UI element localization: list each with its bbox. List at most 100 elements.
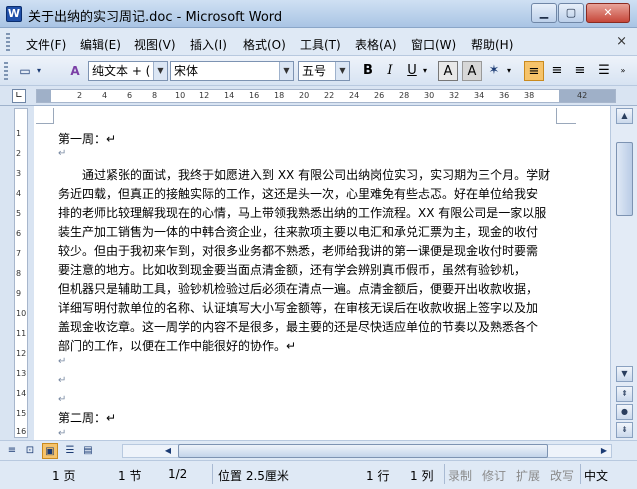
menu-grip[interactable]: [6, 33, 10, 51]
ruler-tick: 2: [77, 91, 83, 100]
align-center-icon[interactable]: ≡: [547, 61, 567, 81]
doc-line[interactable]: 较少。但由于我初来乍到，对很多业务都不熟悉，老师给我讲的第一课便是现金收付时要需: [58, 242, 538, 259]
underline-dropdown-icon[interactable]: ▾: [420, 61, 430, 81]
vertical-scroll-thumb[interactable]: [616, 142, 633, 216]
doc-line[interactable]: 但机器只是辅助工具，验钞机检验过后必须在清点一遍。点清金额后，便要开出收款收据，: [58, 280, 538, 297]
justify-icon[interactable]: ☰: [594, 61, 614, 81]
ruler-tick: 6: [127, 91, 133, 100]
styles-and-formatting-icon[interactable]: A: [66, 62, 84, 80]
doc-line[interactable]: 排的老师比较理解我现在的心情，马上带领我熟悉出纳的工作流程。XX 有限公司是一家…: [58, 204, 546, 221]
vruler-tick: 5: [16, 209, 22, 218]
menu-format[interactable]: 格式(O): [243, 36, 286, 53]
font-color-dropdown-icon[interactable]: ▾: [504, 61, 514, 81]
doc-line[interactable]: 通过紧张的面试，我终于如愿进入到 XX 有限公司出纳岗位实习，实习期为三个月。学…: [58, 166, 550, 183]
close-document-button[interactable]: ×: [616, 34, 627, 49]
status-language[interactable]: 中文: [584, 467, 608, 484]
chevron-down-icon[interactable]: ▼: [279, 62, 293, 80]
crop-mark: [556, 108, 576, 124]
menu-view[interactable]: 视图(V): [134, 36, 176, 53]
font-combo[interactable]: 宋体 ▼: [170, 61, 294, 81]
scroll-down-icon[interactable]: ▼: [616, 366, 633, 382]
web-layout-icon[interactable]: ⊡: [22, 443, 38, 459]
reading-layout-icon[interactable]: ▤: [80, 443, 96, 459]
close-button[interactable]: ✕: [586, 3, 630, 23]
doc-line[interactable]: 第二周：↵: [58, 409, 116, 426]
character-shading-button[interactable]: A: [462, 61, 482, 81]
menu-file[interactable]: 文件(F): [26, 36, 66, 53]
print-layout-icon[interactable]: ▣: [42, 443, 58, 459]
new-document-icon[interactable]: ▭: [16, 62, 34, 80]
toolbar-options-icon[interactable]: ▾: [34, 62, 44, 80]
doc-line[interactable]: 装生产加工销售为一体的中韩合资企业，往来款项主要以电汇和承兑汇票为主，现金的收付: [58, 223, 538, 240]
left-gutter: 1 2 3 4 5 6 7 8 9 10 11 12 13 14 15 16: [0, 106, 34, 440]
scroll-left-icon[interactable]: ◀: [160, 443, 176, 459]
status-track-changes[interactable]: 修订: [482, 467, 506, 484]
ruler-tick: 10: [175, 91, 186, 100]
chevron-down-icon[interactable]: ▼: [335, 62, 349, 80]
select-browse-object-icon[interactable]: ●: [616, 404, 633, 420]
menu-help[interactable]: 帮助(H): [471, 36, 513, 53]
view-and-hscroll-bar: ≡ ⊡ ▣ ☰ ▤ ◀ ▶: [0, 440, 637, 460]
vruler-tick: 7: [16, 249, 22, 258]
left-margin-marker[interactable]: [37, 90, 51, 102]
next-page-icon[interactable]: ⇟: [616, 422, 633, 438]
status-extend[interactable]: 扩展: [516, 467, 540, 484]
toolbar-overflow-icon[interactable]: »: [616, 61, 630, 81]
normal-view-icon[interactable]: ≡: [4, 443, 20, 459]
doc-line[interactable]: 要注意的地方。比如收到现金要当面点清金额，还有学会辨别真币假币，虽然有验钞机，: [58, 261, 526, 278]
ruler-tick: 20: [299, 91, 310, 100]
maximize-button[interactable]: ▢: [558, 3, 584, 23]
doc-line[interactable]: 详细写明付款单位的名称、认证填写大小写金额等，在审核无误后在收款收据上签字以及加: [58, 299, 538, 316]
menu-edit[interactable]: 编辑(E): [80, 36, 121, 53]
doc-line[interactable]: 部门的工作，以便在工作中能很好的协作。↵: [58, 337, 296, 354]
bold-button[interactable]: B: [358, 61, 378, 81]
menu-tools[interactable]: 工具(T): [300, 36, 341, 53]
style-combo[interactable]: 纯文本 + ( ▼: [88, 61, 168, 81]
ruler-tick: 8: [152, 91, 158, 100]
outline-view-icon[interactable]: ☰: [62, 443, 78, 459]
ruler-tick: 38: [524, 91, 535, 100]
font-size-combo[interactable]: 五号 ▼: [298, 61, 350, 81]
chevron-down-icon[interactable]: ▼: [153, 62, 167, 80]
align-right-icon[interactable]: ≡: [570, 61, 590, 81]
menu-window[interactable]: 窗口(W): [411, 36, 456, 53]
vertical-scrollbar[interactable]: ▲ ▼ ⇞ ● ⇟: [610, 106, 637, 440]
ruler-tick: 42: [577, 91, 588, 100]
status-record[interactable]: 录制: [448, 467, 472, 484]
horizontal-scroll-thumb[interactable]: [178, 444, 548, 458]
status-overtype[interactable]: 改写: [550, 467, 574, 484]
word-app-icon[interactable]: W: [6, 6, 22, 22]
vruler-tick: 16: [16, 427, 27, 436]
doc-line[interactable]: 第一周：↵: [58, 130, 116, 147]
vruler-tick: 8: [16, 269, 22, 278]
tab-selector-icon[interactable]: ∟: [12, 89, 26, 103]
scroll-up-icon[interactable]: ▲: [616, 108, 633, 124]
vruler-tick: 11: [16, 329, 27, 338]
menu-insert[interactable]: 插入(I): [190, 36, 227, 53]
menu-table[interactable]: 表格(A): [355, 36, 397, 53]
font-color-icon[interactable]: ✶: [484, 61, 504, 81]
doc-line[interactable]: 务近四载，但真正的接触实际的工作，这还是头一次，心里难免有些忐忑。好在单位给我安: [58, 185, 538, 202]
horizontal-ruler[interactable]: 2 4 6 8 10 12 14 16 18 20 22 24 26 28 30…: [36, 89, 616, 103]
underline-button[interactable]: U: [402, 61, 422, 81]
vruler-tick: 3: [16, 169, 22, 178]
formatting-toolbar: ▭ ▾ A 纯文本 + ( ▼ 宋体 ▼ 五号 ▼ B I U ▾ A A ✶ …: [0, 56, 637, 86]
font-size-value: 五号: [302, 64, 327, 78]
ruler-tick: 14: [224, 91, 235, 100]
italic-button[interactable]: I: [380, 61, 400, 81]
vertical-ruler[interactable]: 1 2 3 4 5 6 7 8 9 10 11 12 13 14 15 16: [14, 108, 28, 438]
minimize-button[interactable]: ▁: [531, 3, 557, 23]
document-page[interactable]: 第一周：↵ ↵ 通过紧张的面试，我终于如愿进入到 XX 有限公司出纳岗位实习，实…: [34, 106, 610, 440]
ruler-tick: 22: [324, 91, 335, 100]
status-separator: [212, 464, 213, 484]
crop-mark: [36, 108, 54, 124]
font-combo-value: 宋体: [174, 64, 199, 78]
horizontal-ruler-row: ∟ 2 4 6 8 10 12 14 16 18 20 22 24 26 28 …: [0, 86, 637, 106]
toolbar-grip[interactable]: [4, 62, 8, 80]
scroll-right-icon[interactable]: ▶: [596, 443, 612, 459]
character-border-button[interactable]: A: [438, 61, 458, 81]
align-left-icon[interactable]: ≡: [524, 61, 544, 81]
window-title: 关于出纳的实习周记.doc - Microsoft Word: [28, 10, 283, 25]
doc-line[interactable]: 盖现金收讫章。这一周学的内容不是很多，最主要的还是尽快适应单位的节奏以及熟悉各个: [58, 318, 538, 335]
previous-page-icon[interactable]: ⇞: [616, 386, 633, 402]
